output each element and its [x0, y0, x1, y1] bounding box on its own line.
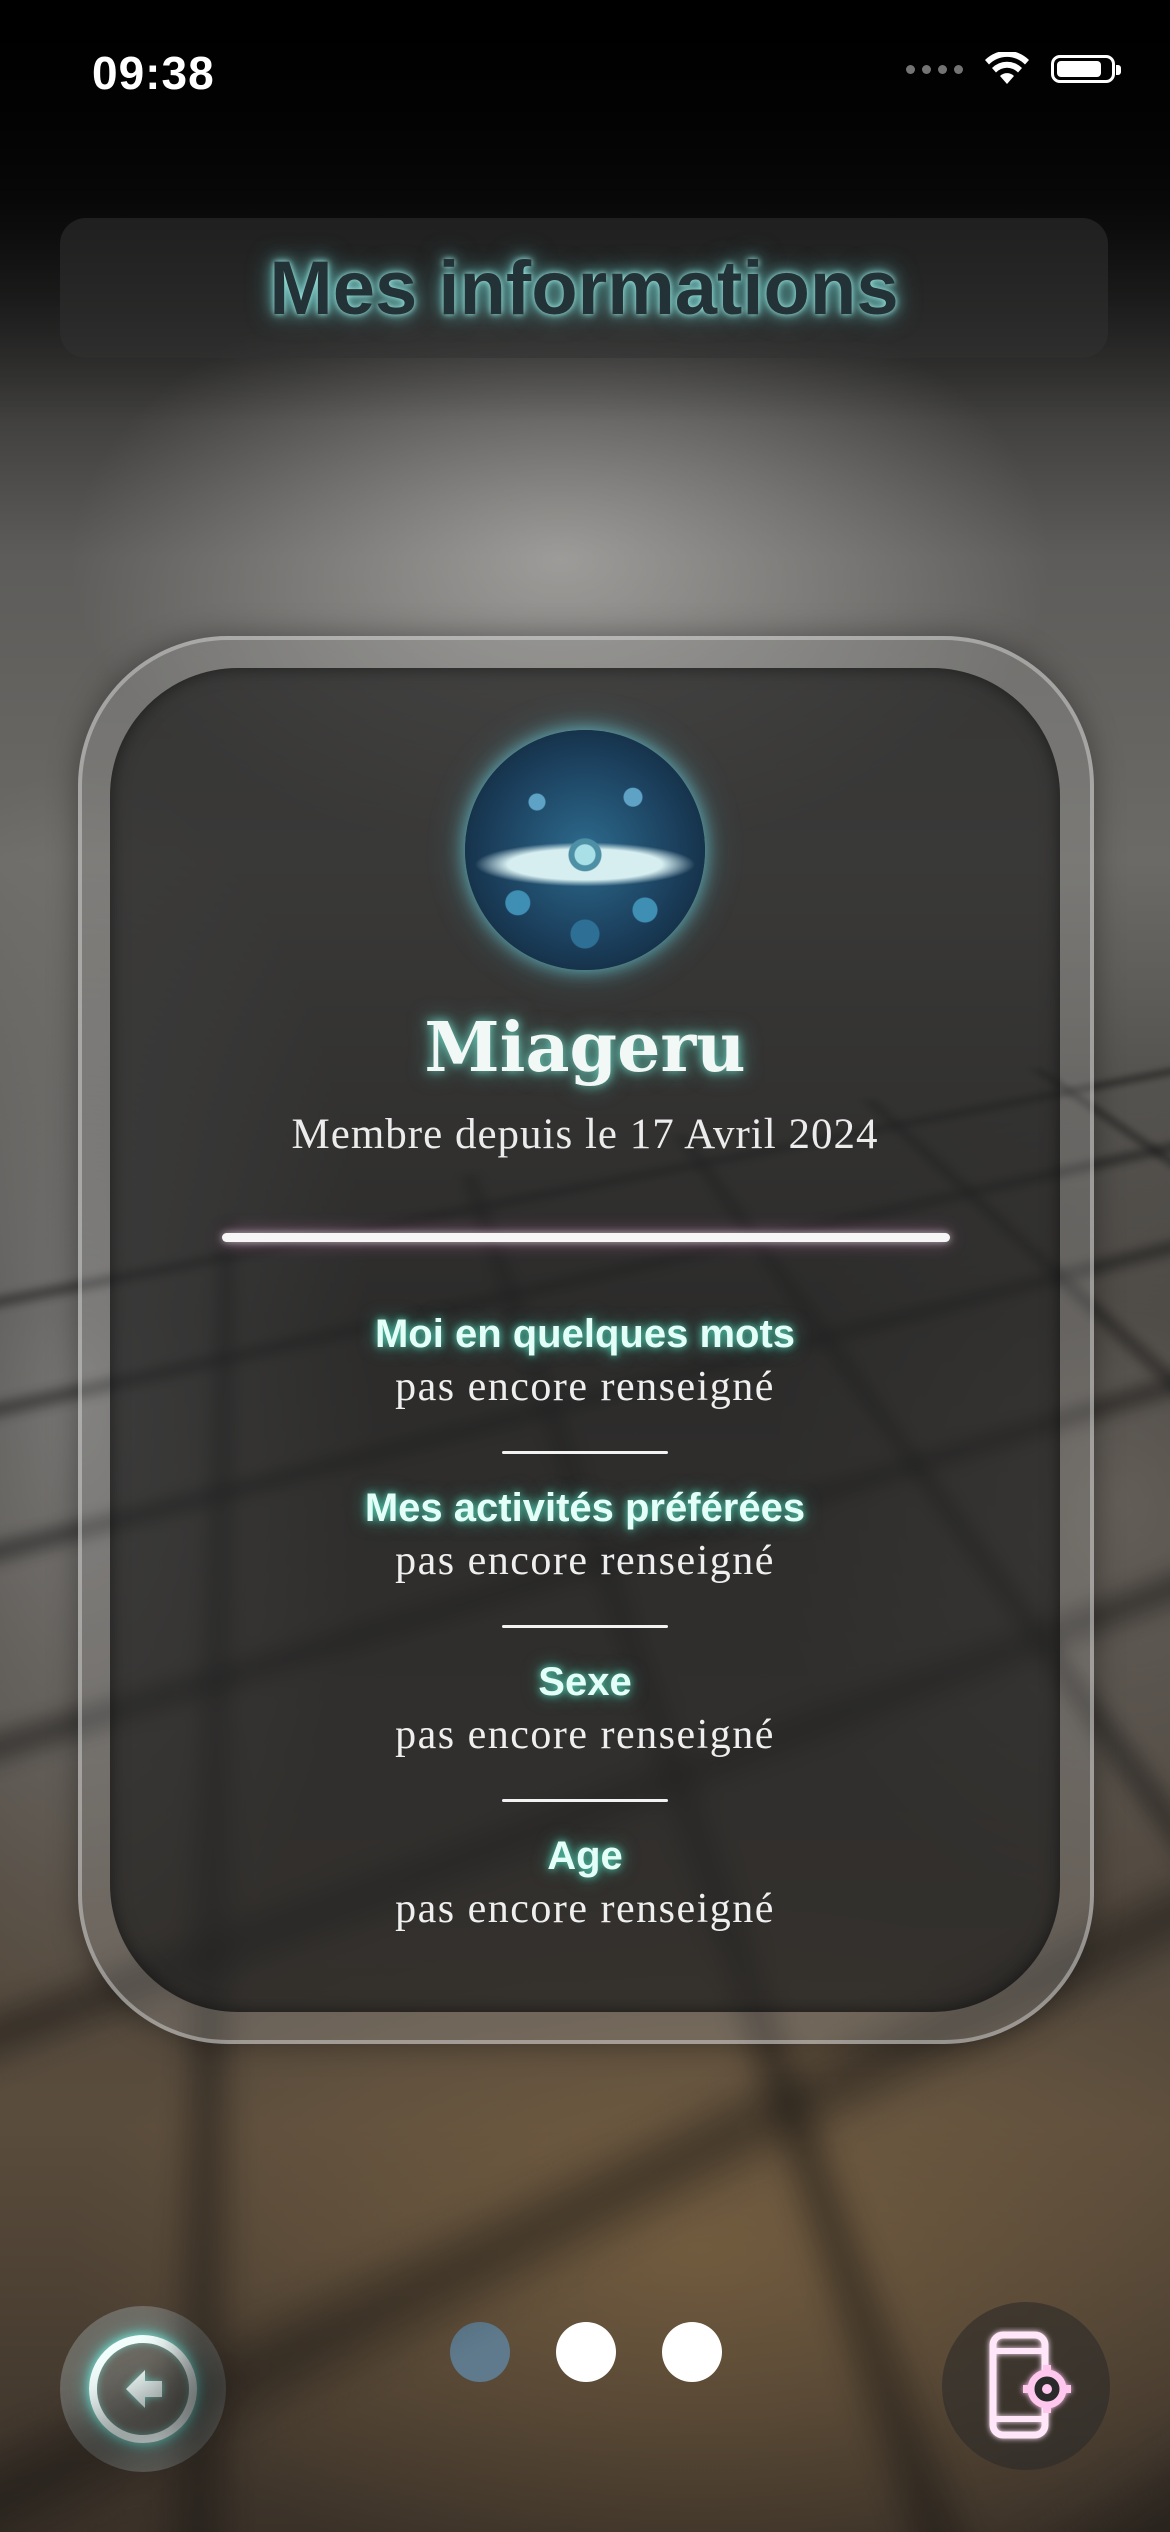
info-value: pas encore renseigné: [395, 1712, 775, 1758]
back-button[interactable]: [60, 2306, 226, 2472]
member-since-text: Membre depuis le 17 Avril 2024: [291, 1111, 879, 1158]
info-separator: [502, 1451, 668, 1454]
phone-settings-icon: [989, 2331, 1071, 2439]
info-value: pas encore renseigné: [395, 1364, 775, 1410]
info-separator: [502, 1799, 668, 1802]
page-title: Mes informations: [269, 245, 899, 331]
info-section-activities: Mes activités préférées pas encore rense…: [110, 1482, 1060, 1588]
info-label: Mes activités préférées: [364, 1486, 806, 1530]
info-separator: [502, 1625, 668, 1628]
cellular-signal-icon: [906, 64, 963, 74]
status-bar-indicators: [906, 52, 1121, 86]
page-dot-2[interactable]: [556, 2322, 616, 2382]
title-banner: Mes informations: [60, 218, 1108, 358]
page-indicator: [450, 2322, 722, 2382]
info-label: Age: [547, 1834, 623, 1878]
battery-icon: [1051, 55, 1121, 83]
info-section-age: Age pas encore renseigné: [110, 1830, 1060, 1936]
profile-username: Miageru: [424, 1008, 746, 1088]
page-dot-1-active[interactable]: [450, 2322, 510, 2382]
back-arrow-icon: [126, 2370, 162, 2408]
page-dot-3[interactable]: [662, 2322, 722, 2382]
profile-divider: [222, 1233, 950, 1242]
status-bar-time: 09:38: [92, 47, 215, 99]
info-section-about: Moi en quelques mots pas encore renseign…: [110, 1308, 1060, 1414]
info-label: Moi en quelques mots: [374, 1312, 796, 1356]
info-section-sex: Sexe pas encore renseigné: [110, 1656, 1060, 1762]
avatar: [465, 730, 705, 970]
info-value: pas encore renseigné: [395, 1886, 775, 1932]
info-label: Sexe: [538, 1660, 632, 1704]
phone-settings-button[interactable]: [942, 2302, 1110, 2470]
info-value: pas encore renseigné: [395, 1538, 775, 1584]
wifi-icon: [985, 52, 1029, 84]
back-button-ring: [89, 2335, 197, 2443]
